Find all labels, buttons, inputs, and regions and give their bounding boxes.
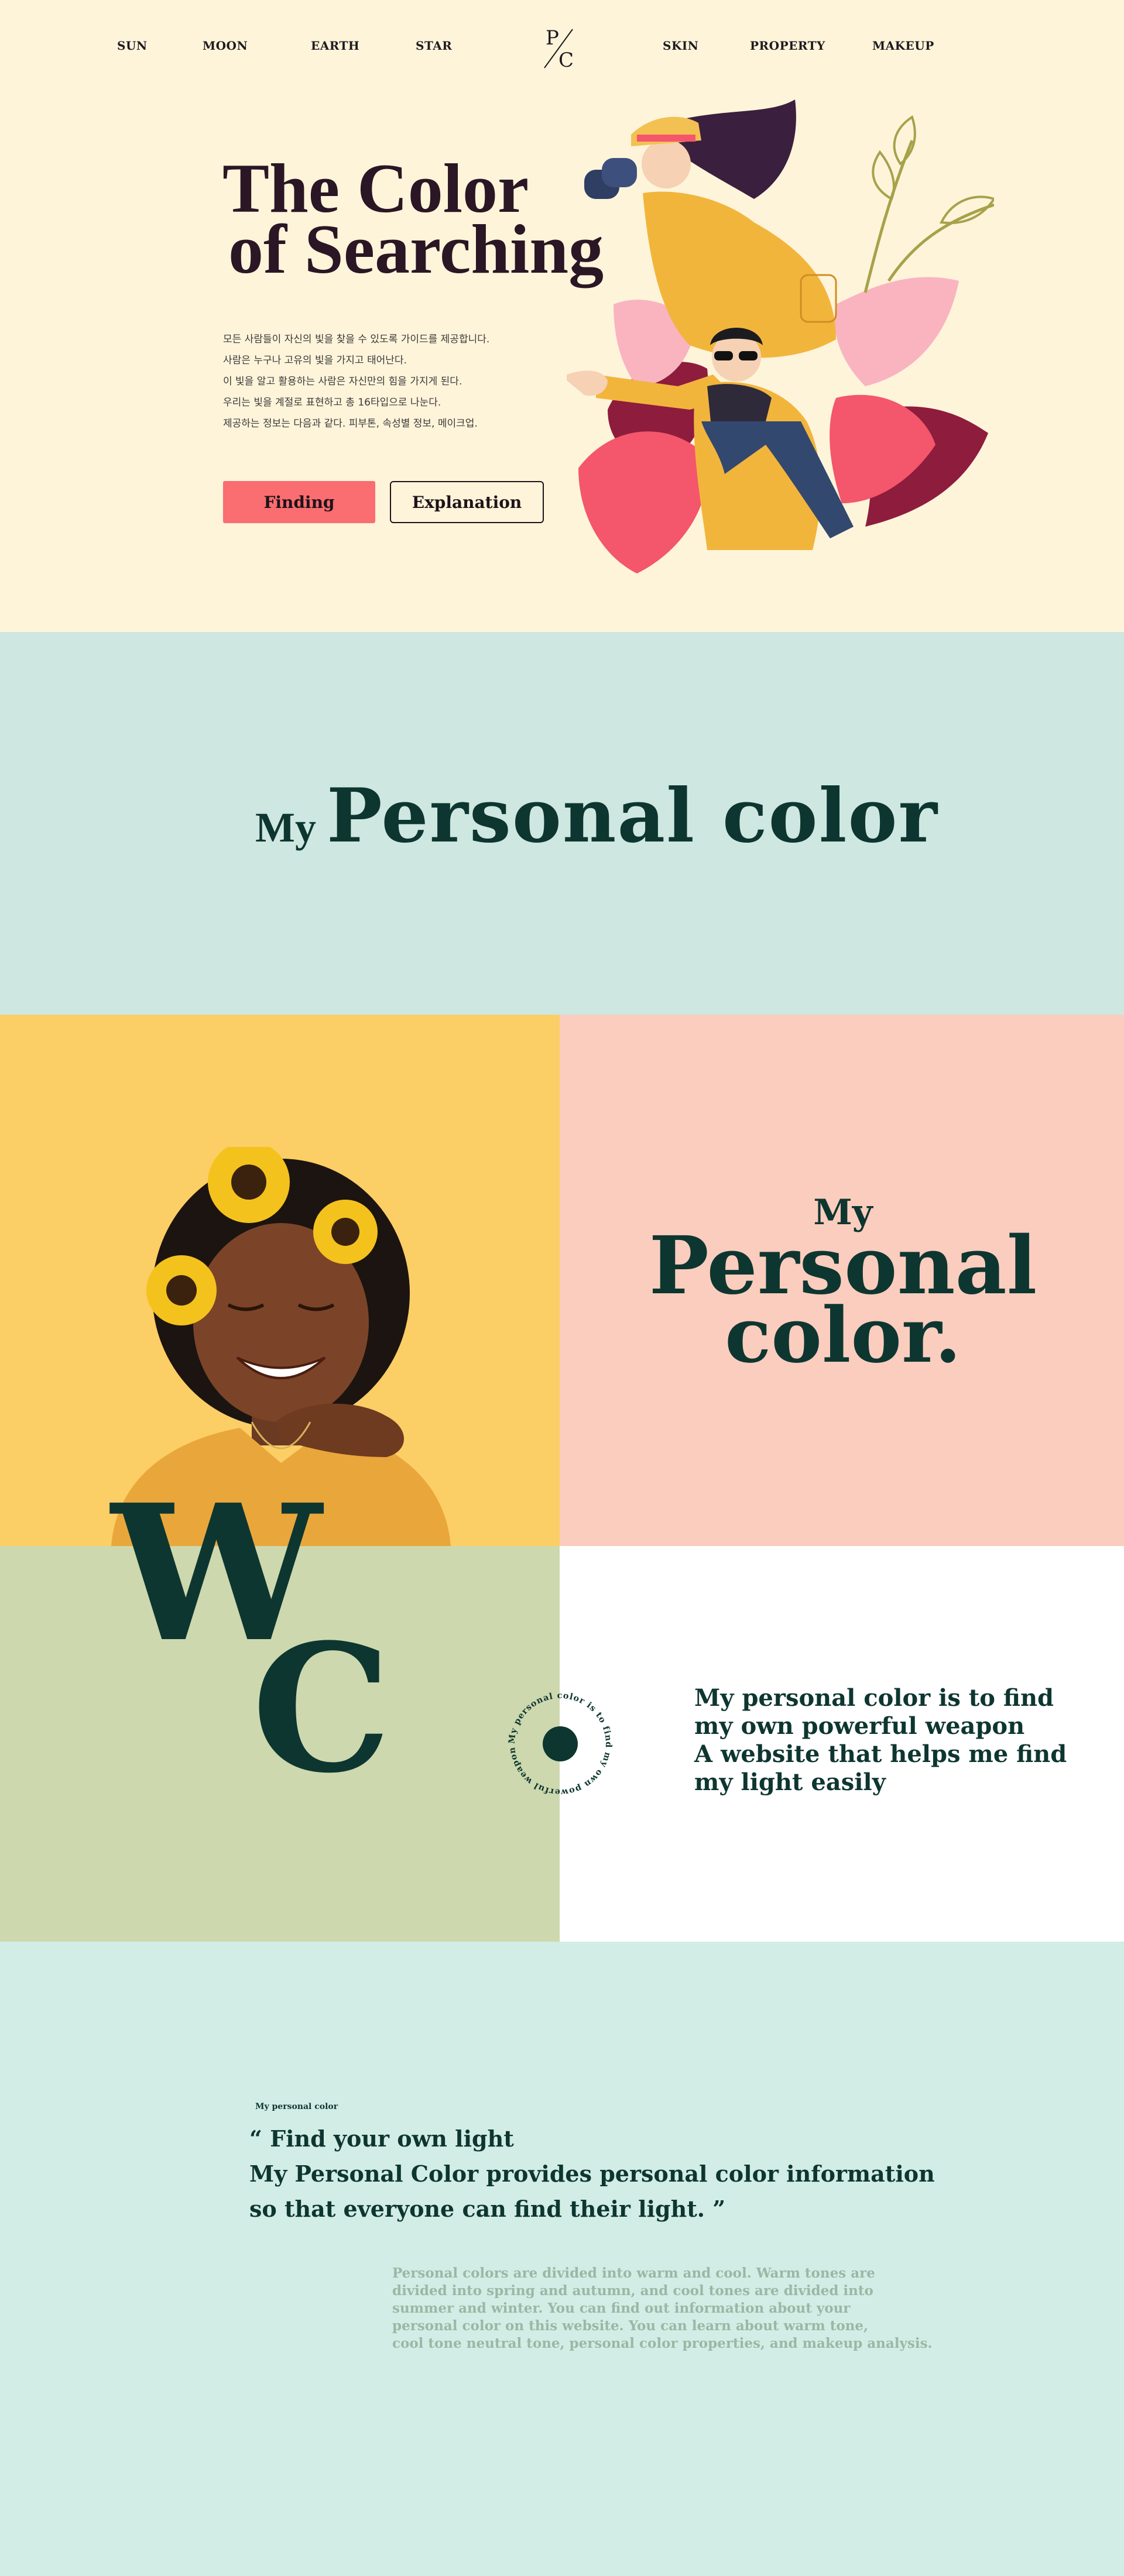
plant-stem bbox=[863, 140, 914, 293]
nav-moon[interactable]: MOON bbox=[203, 39, 248, 53]
hero-desc-line: 이 빛을 알고 활용하는 사람은 자신만의 힘을 가지게 된다. bbox=[223, 376, 462, 387]
mission-text: My personal color is to find my own powe… bbox=[694, 1684, 1067, 1797]
nav-property[interactable]: PROPERTY bbox=[750, 39, 825, 53]
hero-title: The Color of Searching bbox=[222, 153, 604, 288]
mission-line: my light easily bbox=[694, 1768, 886, 1796]
banner-title: My Personal color bbox=[255, 772, 938, 859]
nav-skin[interactable]: SKIN bbox=[663, 39, 698, 53]
pink-panel-title: My Personal color. bbox=[621, 1194, 1065, 1373]
quote-block: “ Find your own light My Personal Color … bbox=[249, 2121, 935, 2227]
quote-line: My Personal Color provides personal colo… bbox=[249, 2161, 935, 2187]
leaf-shape bbox=[834, 277, 959, 386]
hero-title-line2: of Searching bbox=[228, 210, 604, 288]
nav-star[interactable]: STAR bbox=[416, 39, 452, 53]
hero-illustration bbox=[567, 99, 994, 573]
hero-desc-line: 제공하는 정보는 다음과 같다. 피부톤, 속성별 정보, 메이크업. bbox=[223, 418, 478, 430]
nav-sun[interactable]: SUN bbox=[117, 39, 148, 53]
paragraph-line: personal color on this website. You can … bbox=[392, 2318, 869, 2334]
badge-dot bbox=[543, 1726, 578, 1761]
woman-face bbox=[642, 139, 691, 188]
banner-personal-color: Personal color bbox=[326, 772, 938, 859]
quote-line: so that everyone can find their light. ” bbox=[249, 2196, 726, 2222]
logo-letter-p: P bbox=[546, 26, 559, 50]
hero-desc-line: 사람은 누구나 고유의 빛을 가지고 태어난다. bbox=[223, 355, 407, 366]
hero-description: 모든 사람들이 자신의 빛을 찾을 수 있도록 가이드를 제공합니다. 사람은 … bbox=[223, 329, 551, 434]
finding-button[interactable]: Finding bbox=[223, 481, 375, 523]
plant-leaf bbox=[872, 150, 895, 201]
hero-section: SUN MOON EARTH STAR P C SKIN PROPERTY MA… bbox=[0, 0, 1124, 632]
quote-section bbox=[0, 1942, 1124, 2576]
leaf-shape bbox=[578, 431, 708, 573]
plant-leaf bbox=[939, 195, 994, 224]
sunflower-icon bbox=[146, 1255, 217, 1325]
quote-label: My personal color bbox=[255, 2102, 338, 2111]
sunglasses-right bbox=[739, 351, 758, 360]
nav-makeup[interactable]: MAKEUP bbox=[872, 39, 934, 53]
logo[interactable]: P C bbox=[540, 25, 581, 71]
monogram-c: C bbox=[252, 1605, 392, 1812]
paragraph-line: Personal colors are divided into warm an… bbox=[392, 2265, 875, 2281]
mission-line: My personal color is to find bbox=[694, 1684, 1054, 1712]
nav-earth[interactable]: EARTH bbox=[311, 39, 359, 53]
banner-my: My bbox=[255, 804, 316, 851]
quote-line: “ Find your own light bbox=[249, 2125, 514, 2152]
hero-desc-line: 우리는 빛을 계절로 표현하고 총 16타입으로 나눈다. bbox=[223, 397, 441, 408]
description-paragraph: Personal colors are divided into warm an… bbox=[392, 2265, 933, 2352]
binoculars-right bbox=[602, 158, 637, 187]
logo-letter-c: C bbox=[558, 49, 574, 71]
paragraph-line: cool tone neutral tone, personal color p… bbox=[392, 2335, 933, 2351]
hat-band bbox=[637, 135, 695, 142]
circular-badge: My personal color is to find my own powe… bbox=[507, 1691, 613, 1797]
sunflower-icon bbox=[313, 1200, 378, 1264]
paragraph-line: divided into spring and autumn, and cool… bbox=[392, 2283, 873, 2299]
explanation-button[interactable]: Explanation bbox=[390, 481, 544, 523]
mission-line: A website that helps me find bbox=[694, 1740, 1067, 1768]
hero-desc-line: 모든 사람들이 자신의 빛을 찾을 수 있도록 가이드를 제공합니다. bbox=[223, 334, 490, 345]
sunglasses-left bbox=[714, 351, 733, 360]
mission-line: my own powerful weapon bbox=[694, 1712, 1025, 1740]
portrait-hand bbox=[275, 1403, 404, 1457]
paragraph-line: summer and winter. You can find out info… bbox=[392, 2300, 851, 2316]
pointing-hand bbox=[567, 370, 608, 396]
